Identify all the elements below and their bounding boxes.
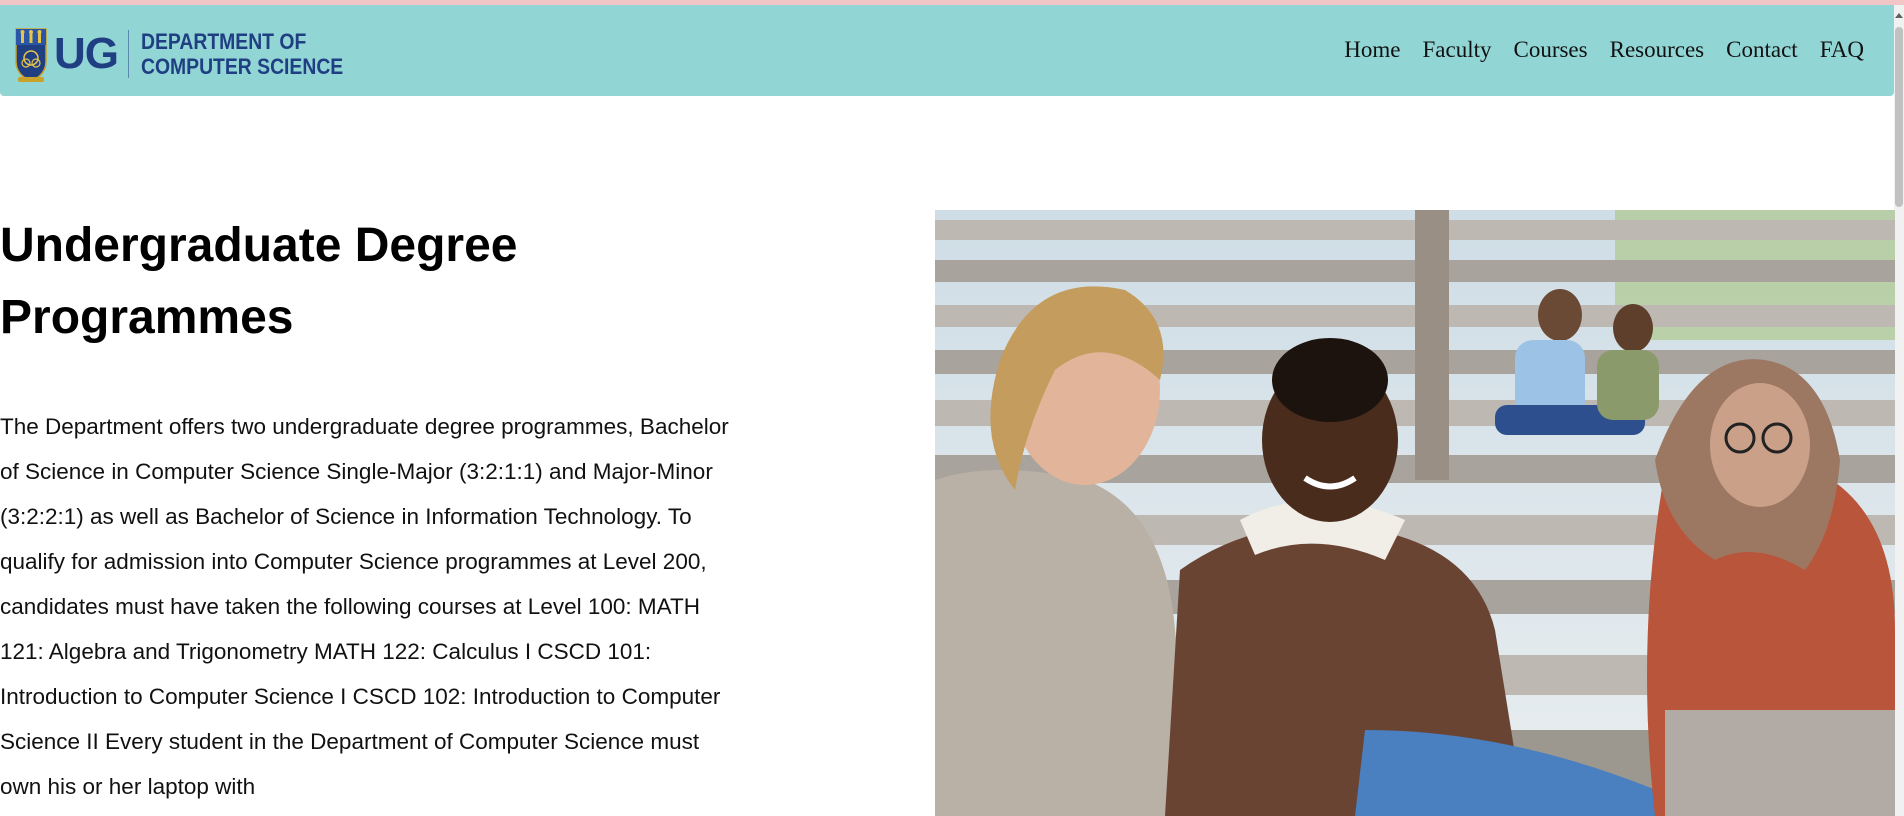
programmes-description: The Department offers two undergraduate … [0,414,729,799]
scrollbar-thumb[interactable] [1895,27,1903,207]
students-photo-illustration [935,210,1895,816]
main-nav: Home Faculty Courses Resources Contact F… [1344,37,1864,63]
students-photo [935,210,1895,816]
site-header: UG DEPARTMENT OF COMPUTER SCIENCE Home F… [0,5,1894,96]
nav-courses-link[interactable]: Courses [1513,37,1587,63]
university-crest-icon [15,28,47,82]
nav-resources-link[interactable]: Resources [1610,37,1705,63]
scroll-up-arrow-icon[interactable] [1895,13,1903,18]
site-logo[interactable]: UG DEPARTMENT OF COMPUTER SCIENCE [14,25,371,83]
nav-faq-link[interactable]: FAQ [1820,37,1864,63]
logo-divider [128,30,129,78]
logo-line-1: DEPARTMENT OF [141,29,307,54]
page-scrollbar[interactable] [1894,5,1904,816]
logo-ug-text: UG [54,29,119,78]
nav-contact-link[interactable]: Contact [1726,37,1798,63]
logo-department-name: DEPARTMENT OF COMPUTER SCIENCE [141,29,343,79]
logo-line-2: COMPUTER SCIENCE [141,54,344,79]
nav-faculty-link[interactable]: Faculty [1422,37,1491,63]
nav-home-link[interactable]: Home [1344,37,1400,63]
page-title: Undergraduate Degree Programmes [0,219,518,344]
